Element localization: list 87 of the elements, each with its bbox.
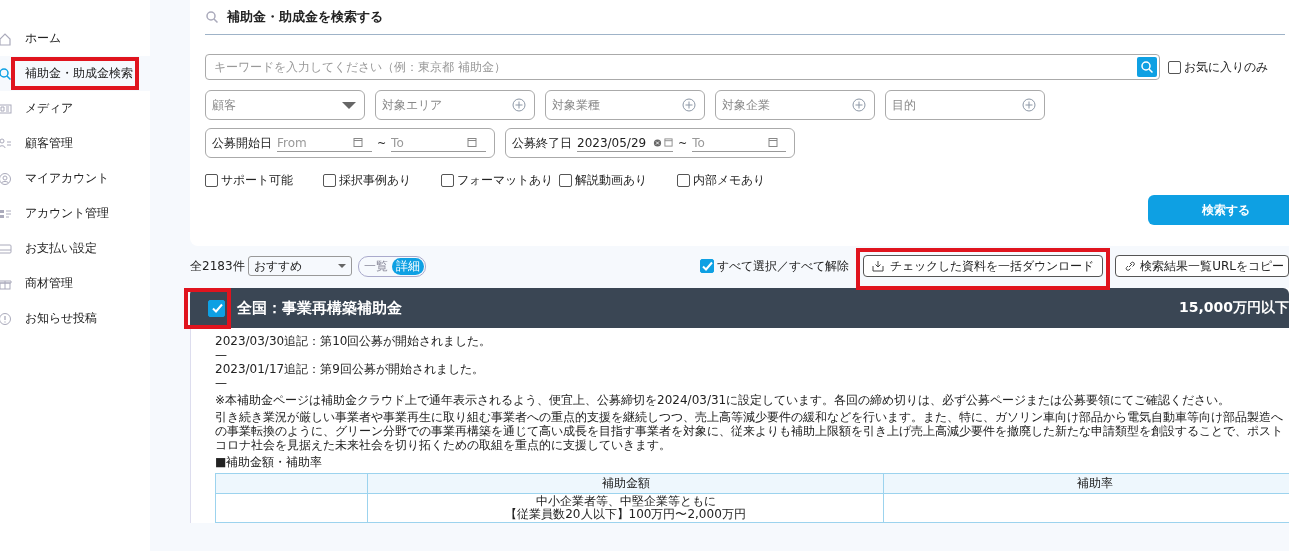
- calendar-icon: [353, 137, 363, 148]
- newspaper-icon: [0, 101, 12, 116]
- keyword-field[interactable]: キーワードを入力してください（例：東京都 補助金）: [205, 54, 1160, 80]
- plus-circle-icon: [1022, 98, 1036, 112]
- link-icon: [1124, 260, 1136, 272]
- card-icon: [0, 241, 12, 256]
- plus-circle-icon: [852, 98, 866, 112]
- table-cell-text: 中小企業者等、中堅企業等ともに: [534, 495, 717, 508]
- sidebar-item[interactable]: お支払い設定: [0, 231, 150, 266]
- date-input[interactable]: To: [391, 135, 466, 150]
- date-field[interactable]: From: [277, 134, 372, 152]
- column-header: 補助金額: [367, 473, 884, 494]
- description-text: ※本補助金ページは補助金クラウド上で通年表示されるよう、便宜上、公募締切を2024/03/31に設定しています。各回の締め切りは、必ず公募ページまたは公募要領にてご確認ください。: [215, 393, 1232, 407]
- sidebar-item[interactable]: メディア: [0, 91, 150, 126]
- date-input[interactable]: To: [692, 135, 767, 150]
- search-icon: [205, 10, 219, 24]
- checkbox[interactable]: [700, 259, 715, 273]
- checkbox[interactable]: [559, 174, 572, 187]
- caret-icon: [342, 101, 356, 109]
- filter-field[interactable]: 目的: [885, 90, 1045, 120]
- sort-dropdown[interactable]: おすすめ: [247, 256, 352, 276]
- check-icon: [701, 260, 714, 272]
- field-label: 公募終了日: [512, 134, 572, 152]
- date-field[interactable]: 2023/05/29: [577, 134, 673, 152]
- range-separator: ~: [376, 136, 387, 150]
- check-icon: [210, 302, 223, 314]
- checkbox[interactable]: [323, 174, 336, 187]
- sidebar-item[interactable]: 商材管理: [0, 266, 150, 301]
- toggle-option[interactable]: 一覧: [359, 257, 392, 275]
- checkbox[interactable]: [208, 299, 225, 317]
- search-icon: [0, 66, 12, 81]
- date-input[interactable]: From: [277, 135, 351, 150]
- note-line: —: [215, 376, 228, 390]
- filter-field[interactable]: 対象企業: [715, 90, 875, 120]
- range-separator: ~: [678, 136, 688, 150]
- search-button[interactable]: [1137, 57, 1157, 77]
- date-input[interactable]: 2023/05/29: [577, 135, 651, 150]
- checkbox[interactable]: [441, 174, 454, 187]
- note-line: 2023/01/17追記：第9回公募が開始されました。: [215, 362, 485, 376]
- column-header: 補助率: [883, 473, 1289, 494]
- calendar-icon: [467, 137, 478, 148]
- panel-title: 補助金・助成金を検索する: [227, 8, 383, 26]
- sidebar-item[interactable]: マイアカウント: [0, 161, 150, 196]
- sidebar-item[interactable]: お知らせ投稿: [0, 301, 150, 336]
- checkbox-label: フォーマットあり: [457, 172, 553, 189]
- sidebar-item[interactable]: 補助金・助成金検索: [0, 56, 150, 91]
- sidebar-item[interactable]: ホーム: [0, 21, 150, 56]
- checkbox[interactable]: [205, 174, 218, 187]
- date-field[interactable]: To: [692, 134, 786, 152]
- checkbox-label: サポート可能: [221, 172, 293, 189]
- checkbox-label: すべて選択／すべて解除: [717, 257, 850, 275]
- search-icon: [1140, 60, 1154, 74]
- copy-link-button[interactable]: 検索結果一覧URLをコピー: [1115, 255, 1289, 277]
- date-field[interactable]: To: [391, 134, 486, 152]
- caret-icon: [337, 264, 346, 268]
- result-count: 全2183件: [190, 257, 245, 275]
- checkbox[interactable]: [1168, 60, 1181, 74]
- calendar-icon: [768, 137, 779, 148]
- grant-amount: 15,000万円以下: [1178, 299, 1289, 317]
- description-text: ■補助金額・補助率: [215, 455, 324, 469]
- info-icon: [0, 311, 12, 326]
- note-line: —: [215, 348, 228, 362]
- filter-field[interactable]: 対象エリア: [375, 90, 535, 120]
- home-icon: [0, 31, 12, 46]
- description-text: 引き続き業況が厳しい事業者や事業再生に取り組む事業者への重点的支援を継続しつつ、売上高等減少要件の緩和などを行います。また、特に、ガソリン車向け部品から電気自動車等向け部品製造への事業転換のように、グリーン分野での事業再構築を通じて高い成長を目指す事業者を対象に、従来よりも補助上限額を引き上げ売上高減少要件を撤廃した新たな申請類型を創設することで、ポストコロナ社会を見据えた未来社会を切り拓くための取組を重点的に支援していきます。: [215, 410, 1284, 452]
- sidebar-item[interactable]: 顧客管理: [0, 126, 150, 161]
- dropdown[interactable]: 顧客: [205, 90, 365, 120]
- download-button[interactable]: チェックした資料を一括ダウンロード: [863, 255, 1104, 277]
- checkbox[interactable]: [677, 174, 690, 187]
- checkbox-label: 採択事例あり: [339, 172, 411, 189]
- note-line: 2023/03/30追記：第10回公募が開始されました。: [215, 334, 493, 348]
- person-list-icon: [0, 136, 12, 151]
- annotation-frame: [184, 287, 231, 329]
- clear-icon: [653, 137, 662, 148]
- table-cell-text: 【従業員数20人以下】100万円〜2,000万円: [504, 508, 747, 521]
- checkbox-label: お気に入りのみ: [1184, 58, 1268, 76]
- field-label: 公募開始日: [212, 134, 272, 152]
- plus-circle-icon: [682, 98, 696, 112]
- keyword-input[interactable]: キーワードを入力してください（例：東京都 補助金）: [212, 59, 1137, 75]
- filter-field[interactable]: 対象業種: [545, 90, 705, 120]
- plus-circle-icon: [512, 98, 526, 112]
- calendar-icon: [664, 137, 673, 148]
- sidebar-item[interactable]: アカウント管理: [0, 196, 150, 231]
- card-title[interactable]: 全国：事業再構築補助金: [237, 298, 402, 318]
- checkbox-label: 解説動画あり: [575, 172, 647, 189]
- checkbox-label: 内部メモあり: [693, 172, 765, 189]
- download-icon: [872, 260, 885, 272]
